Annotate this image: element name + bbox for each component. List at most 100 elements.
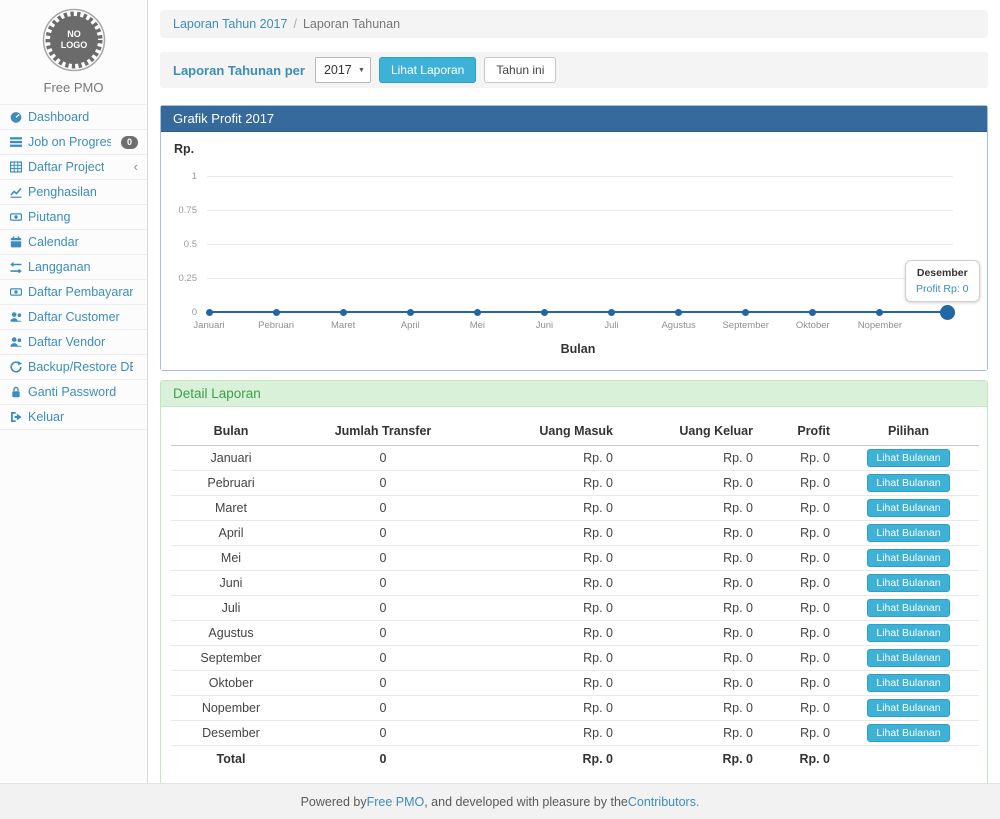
cell-uang-masuk: Rp. 0 — [475, 696, 621, 721]
detail-panel-title: Detail Laporan — [161, 381, 987, 407]
logo-line-1: NO — [67, 29, 81, 39]
cell-jumlah-transfer: 0 — [291, 696, 475, 721]
y-tick-label: 1 — [161, 171, 197, 182]
view-monthly-button[interactable]: Lihat Bulanan — [867, 524, 949, 542]
footer-text-middle: , and developed with pleasure by the — [424, 795, 628, 809]
view-monthly-button[interactable]: Lihat Bulanan — [867, 499, 949, 517]
view-monthly-button[interactable]: Lihat Bulanan — [867, 624, 949, 642]
logo-line-2: LOGO — [60, 40, 87, 50]
tooltip-value: Profit Rp: 0 — [916, 283, 969, 295]
sidebar-item-label: Ganti Password — [28, 384, 116, 400]
sidebar-item-langganan[interactable]: Langganan — [0, 255, 147, 280]
data-point[interactable] — [608, 309, 615, 316]
x-tick-label: Oktober — [778, 320, 848, 331]
users-icon — [9, 311, 23, 323]
sidebar-item-daftar-customer[interactable]: Daftar Customer — [0, 305, 147, 330]
data-point[interactable] — [675, 309, 682, 316]
sidebar-item-backup-restore-db[interactable]: Backup/Restore DB — [0, 355, 147, 380]
data-point[interactable] — [340, 309, 347, 316]
sidebar-item-ganti-password[interactable]: Ganti Password — [0, 380, 147, 405]
view-monthly-button[interactable]: Lihat Bulanan — [867, 474, 949, 492]
footer-link-contributors[interactable]: Contributors. — [628, 795, 700, 809]
table-row: Januari0Rp. 0Rp. 0Rp. 0Lihat Bulanan — [171, 446, 979, 471]
report-table: Bulan Jumlah Transfer Uang Masuk Uang Ke… — [171, 419, 979, 770]
y-tick-label: 0 — [161, 307, 197, 318]
sidebar-item-job-on-progress[interactable]: Job on Progress0 — [0, 130, 147, 155]
view-monthly-button[interactable]: Lihat Bulanan — [867, 724, 949, 742]
x-tick-label: Mei — [442, 320, 512, 331]
data-point[interactable] — [809, 309, 816, 316]
data-point[interactable] — [474, 309, 481, 316]
table-row: Desember0Rp. 0Rp. 0Rp. 0Lihat Bulanan — [171, 721, 979, 746]
cell-bulan: Agustus — [171, 621, 291, 646]
data-point[interactable] — [541, 309, 548, 316]
cell-pilihan: Lihat Bulanan — [838, 471, 979, 496]
table-row: Maret0Rp. 0Rp. 0Rp. 0Lihat Bulanan — [171, 496, 979, 521]
year-select[interactable]: 2017 ▼ — [315, 57, 371, 83]
view-monthly-button[interactable]: Lihat Bulanan — [867, 549, 949, 567]
view-monthly-button[interactable]: Lihat Bulanan — [867, 674, 949, 692]
cell-jumlah-transfer: 0 — [291, 471, 475, 496]
sidebar-item-label: Daftar Vendor — [28, 334, 105, 350]
gridline — [207, 278, 953, 279]
data-point-highlighted[interactable] — [940, 305, 955, 320]
header-bulan: Bulan — [171, 419, 291, 446]
cell-jumlah-transfer: 0 — [291, 646, 475, 671]
cell-uang-masuk: Rp. 0 — [475, 596, 621, 621]
sidebar-item-label: Backup/Restore DB — [28, 359, 133, 375]
footer-link-free-pmo[interactable]: Free PMO — [367, 795, 425, 809]
cell-uang-keluar: Rp. 0 — [621, 696, 761, 721]
chart-panel-title: Grafik Profit 2017 — [161, 106, 987, 132]
table-header-row: Bulan Jumlah Transfer Uang Masuk Uang Ke… — [171, 419, 979, 446]
gridline — [207, 210, 953, 211]
cell-profit: Rp. 0 — [761, 446, 838, 471]
x-tick-label: Pebruari — [241, 320, 311, 331]
view-monthly-button[interactable]: Lihat Bulanan — [867, 574, 949, 592]
sidebar-item-keluar[interactable]: Keluar — [0, 405, 147, 430]
sidebar-item-calendar[interactable]: Calendar — [0, 230, 147, 255]
cell-jumlah-transfer: 0 — [291, 721, 475, 746]
view-monthly-button[interactable]: Lihat Bulanan — [867, 449, 949, 467]
data-point[interactable] — [206, 309, 213, 316]
header-uang-keluar: Uang Keluar — [621, 419, 761, 446]
sidebar-item-daftar-project[interactable]: Daftar Project‹ — [0, 155, 147, 180]
chevron-left-icon: ‹ — [134, 161, 138, 173]
sidebar-item-penghasilan[interactable]: Penghasilan — [0, 180, 147, 205]
cell-uang-masuk: Rp. 0 — [475, 471, 621, 496]
cell-jumlah-transfer: 0 — [291, 521, 475, 546]
cell-uang-masuk: Rp. 0 — [475, 746, 621, 770]
table-row: Juli0Rp. 0Rp. 0Rp. 0Lihat Bulanan — [171, 596, 979, 621]
data-point[interactable] — [407, 309, 414, 316]
detail-report-panel: Detail Laporan Bulan Jumlah Transfer Uan… — [160, 380, 988, 785]
line-chart-icon — [9, 186, 23, 198]
cell-bulan: Pebruari — [171, 471, 291, 496]
sidebar-item-daftar-vendor[interactable]: Daftar Vendor — [0, 330, 147, 355]
sidebar-item-daftar-pembayaran[interactable]: Daftar Pembayaran — [0, 280, 147, 305]
data-point[interactable] — [876, 309, 883, 316]
chevron-down-icon: ▼ — [358, 67, 365, 74]
cell-profit: Rp. 0 — [761, 646, 838, 671]
cell-bulan: April — [171, 521, 291, 546]
chart-tooltip: Desember Profit Rp: 0 — [905, 260, 980, 302]
current-year-button[interactable]: Tahun ini — [484, 57, 556, 83]
view-monthly-button[interactable]: Lihat Bulanan — [867, 649, 949, 667]
data-point[interactable] — [273, 309, 280, 316]
x-axis-label: Bulan — [538, 342, 618, 356]
view-monthly-button[interactable]: Lihat Bulanan — [867, 599, 949, 617]
cell-pilihan: Lihat Bulanan — [838, 721, 979, 746]
cell-pilihan: Lihat Bulanan — [838, 596, 979, 621]
sidebar-item-dashboard[interactable]: Dashboard — [0, 105, 147, 130]
view-report-button[interactable]: Lihat Laporan — [379, 57, 476, 83]
data-point[interactable] — [742, 309, 749, 316]
view-monthly-button[interactable]: Lihat Bulanan — [867, 699, 949, 717]
cell-jumlah-transfer: 0 — [291, 546, 475, 571]
cell-pilihan: Lihat Bulanan — [838, 621, 979, 646]
cell-uang-masuk: Rp. 0 — [475, 496, 621, 521]
cell-profit: Rp. 0 — [761, 596, 838, 621]
breadcrumb-link-laporan-tahun[interactable]: Laporan Tahun 2017 — [173, 17, 287, 31]
cell-pilihan — [838, 746, 979, 770]
profit-line-series — [209, 311, 947, 313]
sidebar-item-piutang[interactable]: Piutang — [0, 205, 147, 230]
sidebar-item-label: Calendar — [28, 234, 79, 250]
cell-uang-keluar: Rp. 0 — [621, 721, 761, 746]
